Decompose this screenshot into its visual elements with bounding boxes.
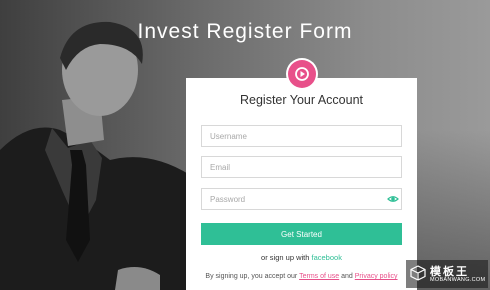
cube-logo-icon bbox=[410, 265, 426, 281]
privacy-policy-link[interactable]: Privacy policy bbox=[355, 273, 398, 280]
password-input[interactable] bbox=[201, 188, 402, 210]
alt-signup-text: or sign up with bbox=[261, 253, 310, 262]
get-started-button[interactable]: Get Started bbox=[201, 223, 402, 245]
form-heading: Register Your Account bbox=[240, 93, 363, 107]
watermark: 模板王 MOBANWANG.COM bbox=[406, 260, 488, 288]
page-background: Invest Register Form Register Your Accou… bbox=[0, 0, 490, 290]
username-input[interactable] bbox=[201, 125, 402, 147]
watermark-text-en: MOBANWANG.COM bbox=[430, 277, 486, 283]
form-logo bbox=[286, 58, 318, 90]
page-title: Invest Register Form bbox=[137, 20, 353, 43]
terms-text: By signing up, you accept our bbox=[205, 273, 298, 280]
terms-and-text: and bbox=[341, 273, 353, 280]
email-input[interactable] bbox=[201, 156, 402, 178]
facebook-link[interactable]: facebook bbox=[312, 253, 342, 262]
terms-notice: By signing up, you accept our Terms of u… bbox=[201, 271, 402, 283]
play-icon bbox=[288, 60, 316, 88]
eye-icon[interactable] bbox=[387, 193, 399, 205]
register-form-card: Register Your Account Get Started or sig… bbox=[186, 58, 417, 290]
alt-signup-line: or sign up with facebook bbox=[186, 253, 417, 262]
terms-of-use-link[interactable]: Terms of use bbox=[299, 273, 339, 280]
